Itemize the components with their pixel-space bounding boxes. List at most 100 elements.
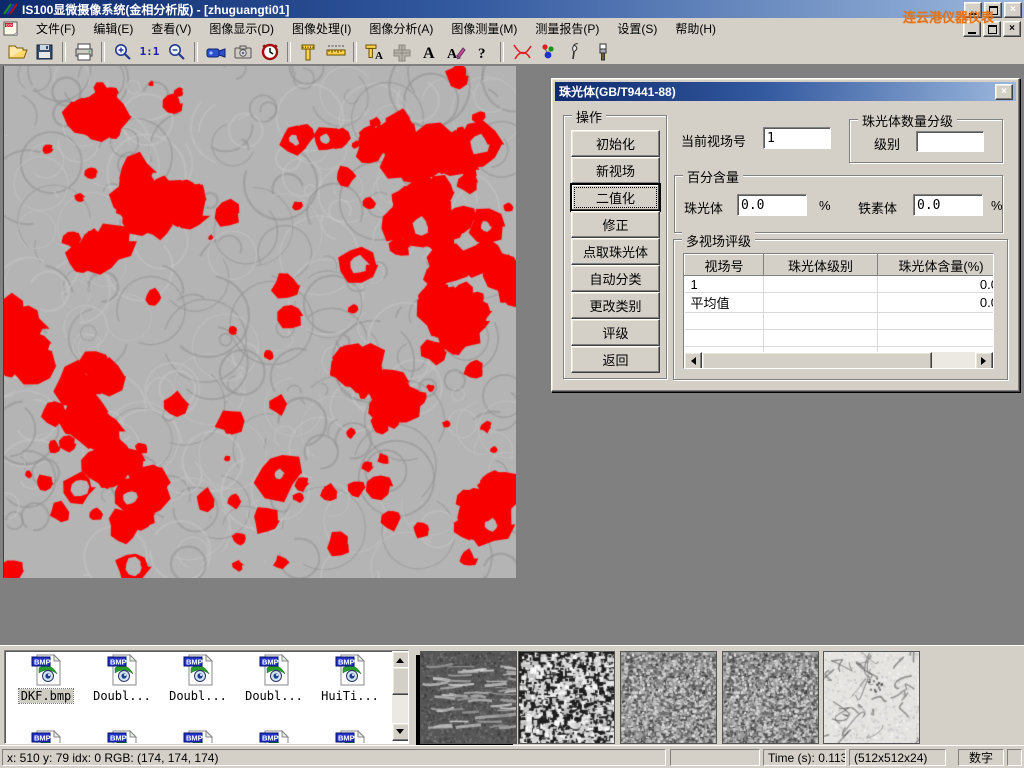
level-input[interactable] [916,131,984,152]
dialog-title-bar[interactable]: 珠光体(GB/T9441-88) × [555,82,1016,101]
thumbnail-3[interactable] [722,651,819,744]
file-item-row2-1[interactable]: BMP [85,730,159,744]
op-button-2[interactable]: 二值化 [571,184,660,211]
grid-cross-button[interactable] [388,39,415,64]
table-header-1[interactable]: 珠光体级别 [764,255,878,276]
op-button-8[interactable]: 返回 [571,346,660,373]
file-name: Doubl... [167,689,229,703]
file-item-row2-2[interactable]: BMP [161,730,235,744]
menu-item-6[interactable]: 图像测量(M) [442,18,526,39]
table-cell [878,313,995,330]
print-button[interactable] [70,39,97,64]
svg-text:DOC: DOC [6,23,14,27]
file-list-scrollbar[interactable] [392,651,408,741]
color-classify-button[interactable] [535,39,562,64]
op-button-6[interactable]: 更改类别 [571,292,660,319]
file-item-HuiTi...[interactable]: BMPHuiTi... [313,654,387,703]
thumbnail-4[interactable] [823,651,920,744]
thumbnail-2[interactable] [620,651,717,744]
window-close-button[interactable]: × [1004,2,1022,18]
menu-item-7[interactable]: 测量报告(P) [526,18,608,39]
menu-item-4[interactable]: 图像处理(I) [283,18,360,39]
pearlite-percent-input[interactable] [737,194,807,216]
video-camera-button[interactable] [202,39,229,64]
document-icon: DOC [3,21,21,37]
svg-text:BMP: BMP [262,657,279,666]
status-dimensions: (512x512x24) [849,749,946,766]
menu-item-2[interactable]: 查看(V) [142,18,200,39]
text-edit-button[interactable]: A [442,39,469,64]
thumbnail-1[interactable] [518,651,615,744]
save-button[interactable] [31,39,58,64]
measure-text-button[interactable]: A [361,39,388,64]
picker-pen-button[interactable] [562,39,589,64]
op-button-1[interactable]: 新视场 [571,157,660,184]
mdi-close-button[interactable]: × [1003,21,1021,37]
table-horizontal-scrollbar[interactable] [684,352,993,368]
camera-button[interactable] [229,39,256,64]
toolbar-separator [101,42,105,62]
op-button-0[interactable]: 初始化 [571,130,660,157]
op-button-4[interactable]: 点取珠光体 [571,238,660,265]
table-cell [685,330,764,347]
text-button[interactable]: A [415,39,442,64]
file-name: Doubl... [243,689,305,703]
menu-item-3[interactable]: 图像显示(D) [200,18,283,39]
op-button-3[interactable]: 修正 [571,211,660,238]
file-item-Doubl...[interactable]: BMPDoubl... [161,654,235,703]
file-name: DKF.bmp [19,689,74,703]
caliper-button[interactable] [295,39,322,64]
file-item-Doubl...[interactable]: BMPDoubl... [85,654,159,703]
open-button[interactable] [4,39,31,64]
menu-item-5[interactable]: 图像分析(A) [360,18,442,39]
table-cell: 1 [685,276,764,293]
scroll-left-button[interactable] [684,352,702,369]
micrograph-image[interactable] [3,66,516,578]
file-name: HuiTi... [319,689,381,703]
menu-item-0[interactable]: 文件(F) [27,18,84,39]
scroll-down-button[interactable] [392,723,409,741]
svg-text:BMP: BMP [34,733,51,742]
ferrite-percent-input[interactable] [913,194,983,216]
dialog-close-button[interactable]: × [995,84,1013,100]
svg-text:BMP: BMP [338,733,355,742]
menu-item-9[interactable]: 帮助(H) [666,18,725,39]
table-cell [764,276,878,293]
file-item-row2-3[interactable]: BMP [237,730,311,744]
table-cell [764,293,878,313]
file-item-DKF.bmp[interactable]: BMP DKF.bmp [9,654,83,703]
file-item-row2-0[interactable]: BMP [9,730,83,744]
op-button-5[interactable]: 自动分类 [571,265,660,292]
table-row-0[interactable]: 10.0 [685,276,995,293]
table-header-2[interactable]: 珠光体含量(%) [878,255,995,276]
table-row-1[interactable]: 平均值0.0 [685,293,995,313]
brush-button[interactable] [589,39,616,64]
zoom-in-button[interactable] [109,39,136,64]
scroll-right-button[interactable] [975,352,993,369]
file-list[interactable]: BMPDKF.bmpBMPDoubl...BMPDoubl...BMPDoubl… [4,650,409,744]
zoom-out-button[interactable] [163,39,190,64]
multifield-table[interactable]: 视场号珠光体级别珠光体含量(%)铁素体含量(%)10.0平均值0.0 [683,253,994,369]
scroll-thumb[interactable] [702,352,932,369]
file-item-row2-4[interactable]: BMP [313,730,387,744]
scroll-thumb[interactable] [392,667,409,695]
table-cell: 平均值 [685,293,764,313]
table-header-0[interactable]: 视场号 [685,255,764,276]
svg-text:BMP: BMP [34,657,51,666]
grading-group-label: 珠光体数量分级 [858,111,957,130]
menu-item-1[interactable]: 编辑(E) [84,18,142,39]
actual-size-button[interactable]: 1:1 [136,39,163,64]
op-button-7[interactable]: 评级 [571,319,660,346]
thumbnail-0[interactable] [420,651,517,744]
menu-item-8[interactable]: 设置(S) [608,18,666,39]
help-button[interactable]: ? [469,39,496,64]
table-row-2[interactable] [685,313,995,330]
timer-button[interactable] [256,39,283,64]
ruler-button[interactable] [322,39,349,64]
file-item-Doubl...[interactable]: BMP Doubl... [237,654,311,703]
curve-tool-button[interactable] [508,39,535,64]
current-field-input[interactable] [763,127,831,149]
table-row-3[interactable] [685,330,995,347]
file-name: Doubl... [91,689,153,703]
status-empty-2 [1007,749,1022,766]
